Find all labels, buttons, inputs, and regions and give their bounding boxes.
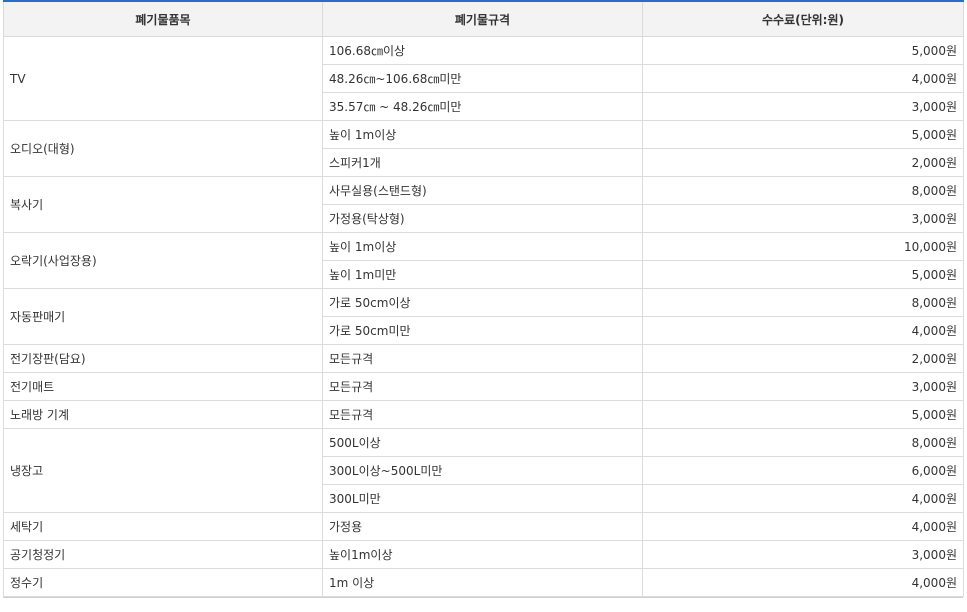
waste-spec-cell: 높이1m이상 <box>322 540 643 569</box>
table-row: 복사기 사무실용(스탠드형) 8,000원 <box>3 176 964 233</box>
fee-cell: 4,000원 <box>642 568 964 597</box>
waste-fee-table: 폐기물품목 폐기물규격 수수료(단위:원) TV 106.68㎝이상 5,000원 4… <box>3 0 964 597</box>
fee-cell: 3,000원 <box>642 204 964 233</box>
waste-spec-cell: 가로 50cm이상 <box>322 288 643 317</box>
fee-cell: 3,000원 <box>642 92 964 121</box>
waste-item-cell: TV <box>3 36 323 121</box>
table-row: 냉장고 500L이상 8,000원 <box>3 428 964 513</box>
fee-cell: 4,000원 <box>642 512 964 541</box>
waste-spec-cell: 300L이상~500L미만 <box>322 456 643 485</box>
table-header: 폐기물품목 폐기물규격 수수료(단위:원) <box>3 1 964 37</box>
fee-cell: 10,000원 <box>642 232 964 261</box>
waste-item-cell: 냉장고 <box>3 428 323 513</box>
table-bottom-border <box>3 597 963 598</box>
fee-cell: 2,000원 <box>642 148 964 177</box>
table-body: TV 106.68㎝이상 5,000원 48.26㎝~106.68㎝미만 4,000원 3… <box>3 36 964 597</box>
header-row: 폐기물품목 폐기물규격 수수료(단위:원) <box>3 1 964 37</box>
fee-cell: 6,000원 <box>642 456 964 485</box>
waste-spec-cell: 스피커1개 <box>322 148 643 177</box>
header-fee: 수수료(단위:원) <box>642 1 964 37</box>
fee-cell: 5,000원 <box>642 120 964 149</box>
table-row: 노래방 기계 모든규격 5,000원 <box>3 400 964 429</box>
waste-spec-cell: 500L이상 <box>322 428 643 457</box>
fee-cell: 3,000원 <box>642 540 964 569</box>
waste-spec-cell: 높이 1m미만 <box>322 260 643 289</box>
fee-cell: 5,000원 <box>642 260 964 289</box>
waste-spec-cell: 모든규격 <box>322 400 643 429</box>
fee-cell: 5,000원 <box>642 400 964 429</box>
waste-item-cell: 세탁기 <box>3 512 323 541</box>
waste-spec-cell: 가정용 <box>322 512 643 541</box>
table-row: 정수기 1m 이상 4,000원 <box>3 568 964 597</box>
table-row: 세탁기 가정용 4,000원 <box>3 512 964 541</box>
waste-item-cell: 공기청정기 <box>3 540 323 569</box>
waste-spec-cell: 48.26㎝~106.68㎝미만 <box>322 64 643 93</box>
waste-item-cell: 오디오(대형) <box>3 120 323 177</box>
waste-spec-cell: 모든규격 <box>322 344 643 373</box>
fee-table-container: 폐기물품목 폐기물규격 수수료(단위:원) TV 106.68㎝이상 5,000원 4… <box>3 0 965 598</box>
table-row: 공기청정기 높이1m이상 3,000원 <box>3 540 964 569</box>
table-row: 오디오(대형) 높이 1m이상 5,000원 <box>3 120 964 177</box>
waste-spec-cell: 35.57㎝ ~ 48.26㎝미만 <box>322 92 643 121</box>
waste-item-cell: 복사기 <box>3 176 323 233</box>
fee-cell: 8,000원 <box>642 288 964 317</box>
table-row: 오락기(사업장용) 높이 1m이상 10,000원 <box>3 232 964 289</box>
waste-spec-cell: 106.68㎝이상 <box>322 36 643 65</box>
fee-cell: 4,000원 <box>642 316 964 345</box>
waste-item-cell: 오락기(사업장용) <box>3 232 323 289</box>
fee-cell: 8,000원 <box>642 428 964 457</box>
header-item: 폐기물품목 <box>3 1 323 37</box>
fee-cell: 3,000원 <box>642 372 964 401</box>
waste-spec-cell: 가로 50cm미만 <box>322 316 643 345</box>
waste-spec-cell: 가정용(탁상형) <box>322 204 643 233</box>
fee-cell: 5,000원 <box>642 36 964 65</box>
waste-spec-cell: 높이 1m이상 <box>322 232 643 261</box>
waste-spec-cell: 1m 이상 <box>322 568 643 597</box>
table-row: 자동판매기 가로 50cm이상 8,000원 <box>3 288 964 345</box>
fee-cell: 2,000원 <box>642 344 964 373</box>
waste-spec-cell: 300L미만 <box>322 484 643 513</box>
waste-spec-cell: 사무실용(스탠드형) <box>322 176 643 205</box>
waste-spec-cell: 모든규격 <box>322 372 643 401</box>
waste-spec-cell: 높이 1m이상 <box>322 120 643 149</box>
waste-item-cell: 정수기 <box>3 568 323 597</box>
table-row: 전기장판(담요) 모든규격 2,000원 <box>3 344 964 373</box>
fee-cell: 4,000원 <box>642 484 964 513</box>
waste-item-cell: 전기장판(담요) <box>3 344 323 373</box>
waste-item-cell: 자동판매기 <box>3 288 323 345</box>
fee-cell: 8,000원 <box>642 176 964 205</box>
fee-cell: 4,000원 <box>642 64 964 93</box>
header-spec: 폐기물규격 <box>322 1 643 37</box>
table-row: TV 106.68㎝이상 5,000원 <box>3 36 964 121</box>
table-row: 전기매트 모든규격 3,000원 <box>3 372 964 401</box>
waste-item-cell: 노래방 기계 <box>3 400 323 429</box>
waste-item-cell: 전기매트 <box>3 372 323 401</box>
